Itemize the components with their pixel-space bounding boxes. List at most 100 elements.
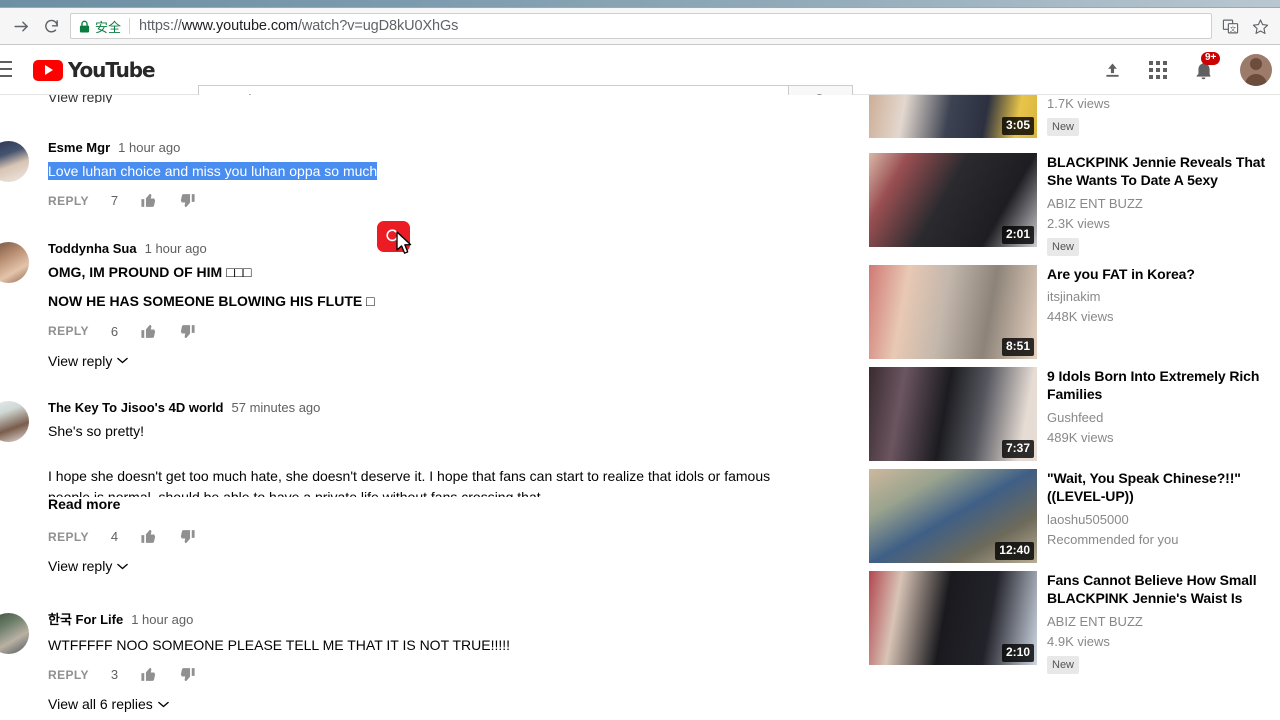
video-thumbnail[interactable]: 8:51 (869, 265, 1037, 359)
comment-text: OMG, IM PROUND OF HIM □□□ (48, 264, 252, 280)
video-duration: 2:10 (1001, 644, 1034, 662)
video-recommendation-note: Recommended for you (1047, 531, 1179, 547)
comment-avatar[interactable] (0, 242, 29, 283)
thumbs-down-icon[interactable] (179, 192, 196, 209)
like-count: 6 (110, 323, 119, 339)
translate-icon[interactable]: 文 (1220, 16, 1240, 36)
video-list-item[interactable]: 3:05 1.7K views New (869, 95, 1272, 138)
thumbs-up-icon[interactable] (140, 192, 157, 209)
svg-text:文: 文 (1229, 23, 1236, 32)
video-channel[interactable]: ABIZ ENT BUZZ (1047, 196, 1272, 213)
video-duration: 8:51 (1001, 338, 1034, 356)
video-title[interactable]: "Wait, You Speak Chinese?!!" ((LEVEL-UP)… (1047, 469, 1272, 506)
header-actions: 9+ (1102, 45, 1272, 95)
video-title[interactable]: Fans Cannot Believe How Small BLACKPINK … (1047, 571, 1272, 608)
video-list-item[interactable]: 8:51 Are you FAT in Korea? itsjinakim 44… (869, 265, 1272, 359)
view-reply-label: View reply (48, 352, 113, 369)
video-info: 1.7K views New (1047, 95, 1272, 138)
comment-text: WTFFFFF NOO SOMEONE PLEASE TELL ME THAT … (48, 637, 511, 653)
video-thumbnail[interactable]: 3:05 (869, 95, 1037, 138)
chevron-down-icon (158, 701, 169, 708)
video-title[interactable]: Are you FAT in Korea? (1047, 265, 1272, 283)
comment-item: Esme Mgr 1 hour ago Love luhan choice an… (0, 141, 820, 209)
comment-header: The Key To Jisoo's 4D world 57 minutes a… (48, 401, 820, 414)
thumbs-down-icon[interactable] (179, 528, 196, 545)
video-list-item[interactable]: 2:10 Fans Cannot Believe How Small BLACK… (869, 571, 1272, 675)
star-icon[interactable] (1250, 16, 1270, 36)
url-text: https://www.youtube.com/watch?v=ugD8kU0X… (139, 18, 459, 34)
thumbs-up-icon[interactable] (140, 666, 157, 683)
view-reply-toggle[interactable]: View reply (48, 558, 820, 574)
youtube-logo[interactable]: YouTube (33, 58, 156, 82)
reply-button[interactable]: REPLY (48, 530, 89, 544)
view-reply-toggle[interactable]: View reply (48, 353, 820, 369)
avatar[interactable] (1240, 54, 1272, 86)
comment-item: The Key To Jisoo's 4D world 57 minutes a… (0, 401, 820, 574)
video-views: 448K views (1047, 309, 1114, 325)
reply-button[interactable]: REPLY (48, 194, 89, 208)
comment-avatar[interactable] (0, 141, 29, 182)
video-info: BLACKPINK Jennie Reveals That She Wants … (1047, 153, 1272, 257)
video-duration: 2:01 (1001, 226, 1034, 244)
reload-icon[interactable] (38, 13, 64, 39)
video-channel[interactable]: ABIZ ENT BUZZ (1047, 614, 1272, 631)
video-thumbnail[interactable]: 2:10 (869, 571, 1037, 665)
reply-button[interactable]: REPLY (48, 668, 89, 682)
notifications-badge: 9+ (1201, 51, 1221, 65)
comment-timestamp: 1 hour ago (118, 140, 181, 155)
address-bar[interactable]: 安全 https://www.youtube.com/watch?v=ugD8k… (70, 13, 1212, 39)
comment-avatar[interactable] (0, 401, 29, 442)
video-info: "Wait, You Speak Chinese?!!" ((LEVEL-UP)… (1047, 469, 1272, 563)
thumbs-down-icon[interactable] (179, 666, 196, 683)
video-views: 4.9K views (1047, 633, 1110, 649)
video-channel[interactable]: laoshu505000 (1047, 512, 1272, 529)
comment-actions: REPLY 7 (48, 192, 820, 209)
chevron-down-icon (117, 563, 129, 570)
video-channel[interactable]: itsjinakim (1047, 289, 1272, 306)
comment-author[interactable]: Esme Mgr (48, 141, 110, 154)
comment-text-line2: NOW HE HAS SOMEONE BLOWING HIS FLUTE □ (48, 293, 375, 310)
url-divider (129, 18, 131, 34)
comment-header: Toddynha Sua 1 hour ago (48, 242, 820, 255)
video-list-item[interactable]: 2:01 BLACKPINK Jennie Reveals That She W… (869, 153, 1272, 257)
video-list-item[interactable]: 7:37 9 Idols Born Into Extremely Rich Fa… (869, 367, 1272, 461)
video-title[interactable]: BLACKPINK Jennie Reveals That She Wants … (1047, 153, 1272, 190)
comment-avatar[interactable] (0, 613, 29, 654)
apps-grid-icon[interactable] (1149, 61, 1167, 79)
view-all-replies-toggle[interactable]: View all 6 replies (48, 696, 820, 712)
view-replies-label: View all 6 replies (48, 696, 153, 713)
bell-icon[interactable]: 9+ (1193, 51, 1221, 81)
video-thumbnail[interactable]: 7:37 (869, 367, 1037, 461)
video-title[interactable]: 9 Idols Born Into Extremely Rich Familie… (1047, 367, 1272, 404)
thumbs-down-icon[interactable] (179, 323, 196, 340)
comment-author[interactable]: Toddynha Sua (48, 242, 137, 255)
forward-arrow-icon[interactable] (8, 13, 34, 39)
upload-icon[interactable] (1102, 60, 1123, 81)
comment-timestamp: 1 hour ago (144, 241, 207, 256)
browser-omnibar: 安全 https://www.youtube.com/watch?v=ugD8k… (0, 8, 1280, 45)
comment-item: 한국 For Life 1 hour ago WTFFFFF NOO SOMEO… (0, 613, 820, 712)
reply-button[interactable]: REPLY (48, 324, 89, 338)
hamburger-menu-icon[interactable] (0, 61, 12, 77)
new-badge: New (1047, 237, 1080, 257)
lock-icon (79, 20, 90, 32)
view-reply-toggle-cut[interactable]: View reply (48, 95, 112, 103)
browser-tab-strip[interactable] (0, 0, 1280, 8)
like-count: 3 (110, 667, 119, 683)
youtube-logo-text: YouTube (68, 58, 156, 82)
thumbs-up-icon[interactable] (140, 528, 157, 545)
comment-author[interactable]: 한국 For Life (48, 613, 123, 626)
video-list-item[interactable]: 12:40 "Wait, You Speak Chinese?!!" ((LEV… (869, 469, 1272, 563)
comment-timestamp: 57 minutes ago (231, 400, 321, 415)
video-info: Are you FAT in Korea? itsjinakim 448K vi… (1047, 265, 1272, 359)
comment-author[interactable]: The Key To Jisoo's 4D world (48, 401, 224, 414)
view-reply-label: View reply (48, 558, 113, 575)
new-badge: New (1047, 655, 1080, 675)
thumbs-up-icon[interactable] (140, 323, 157, 340)
video-thumbnail[interactable]: 12:40 (869, 469, 1037, 563)
comment-text: She's so pretty! (48, 423, 145, 439)
video-thumbnail[interactable]: 2:01 (869, 153, 1037, 247)
video-channel[interactable]: Gushfeed (1047, 410, 1272, 427)
comment-timestamp: 1 hour ago (131, 612, 194, 627)
chevron-down-icon (117, 357, 129, 364)
